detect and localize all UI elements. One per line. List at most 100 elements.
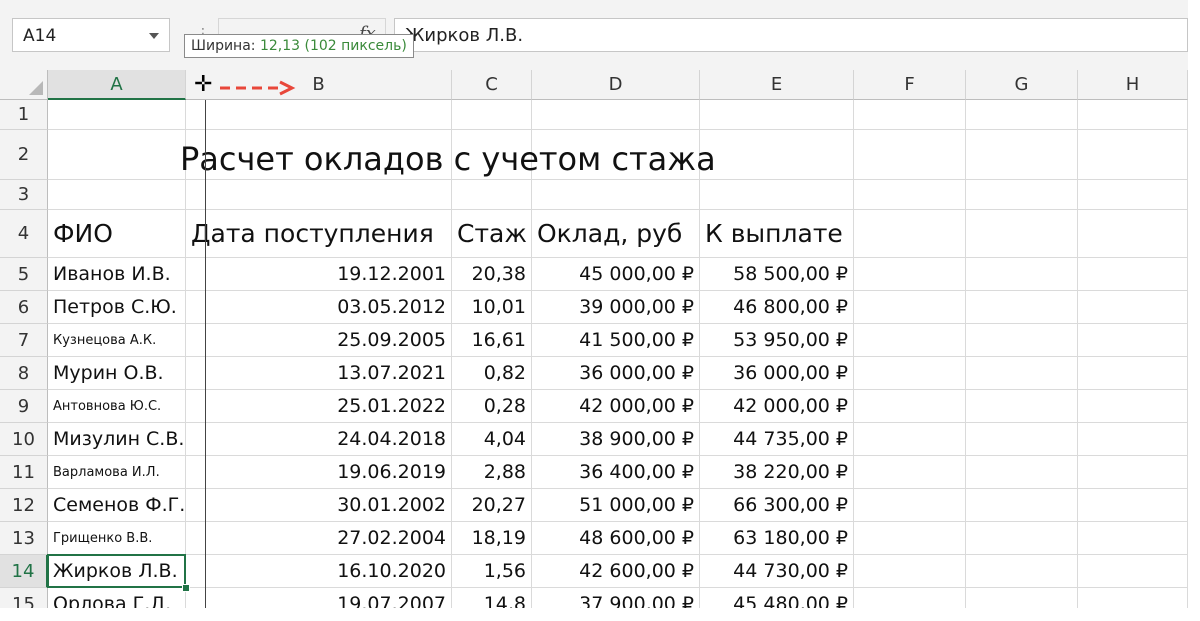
- table-cell[interactable]: 27.02.2004: [186, 522, 452, 555]
- cell[interactable]: [1078, 258, 1188, 291]
- cell[interactable]: [966, 100, 1078, 130]
- cell[interactable]: [966, 423, 1078, 456]
- table-cell[interactable]: 03.05.2012: [186, 291, 452, 324]
- cell[interactable]: [854, 390, 966, 423]
- table-cell[interactable]: 4,04: [452, 423, 532, 456]
- table-cell[interactable]: 36 400,00 ₽: [532, 456, 700, 489]
- table-cell[interactable]: 30.01.2002: [186, 489, 452, 522]
- table-cell[interactable]: 42 000,00 ₽: [700, 390, 854, 423]
- cell[interactable]: [966, 130, 1078, 180]
- row-header-11[interactable]: 11: [0, 456, 48, 489]
- cell[interactable]: [1078, 489, 1188, 522]
- table-cell[interactable]: 45 000,00 ₽: [532, 258, 700, 291]
- table-cell[interactable]: 16.10.2020: [186, 555, 452, 588]
- table-cell[interactable]: 42 000,00 ₽: [532, 390, 700, 423]
- cell[interactable]: [966, 291, 1078, 324]
- cell[interactable]: [1078, 555, 1188, 588]
- cell[interactable]: [966, 258, 1078, 291]
- cell[interactable]: [1078, 357, 1188, 390]
- cell[interactable]: [854, 210, 966, 258]
- cell[interactable]: [854, 456, 966, 489]
- name-cell[interactable]: Орлова Г.Д.: [48, 588, 186, 608]
- column-header-d[interactable]: D: [532, 70, 700, 100]
- cell[interactable]: [1078, 456, 1188, 489]
- table-cell[interactable]: 19.06.2019: [186, 456, 452, 489]
- table-cell[interactable]: 25.01.2022: [186, 390, 452, 423]
- row-header-4[interactable]: 4: [0, 210, 48, 258]
- table-cell[interactable]: 25.09.2005: [186, 324, 452, 357]
- cell[interactable]: [48, 100, 186, 130]
- cell[interactable]: [700, 130, 854, 180]
- cell[interactable]: [1078, 522, 1188, 555]
- name-box[interactable]: A14: [12, 18, 170, 52]
- cell[interactable]: [1078, 423, 1188, 456]
- table-cell[interactable]: 20,38: [452, 258, 532, 291]
- row-header-8[interactable]: 8: [0, 357, 48, 390]
- cell[interactable]: [966, 390, 1078, 423]
- cell[interactable]: [854, 555, 966, 588]
- cell[interactable]: [532, 180, 700, 210]
- cell[interactable]: [966, 180, 1078, 210]
- table-cell[interactable]: 48 600,00 ₽: [532, 522, 700, 555]
- cell[interactable]: [452, 100, 532, 130]
- table-header-cell[interactable]: Оклад, руб: [532, 210, 700, 258]
- table-cell[interactable]: 45 480,00 ₽: [700, 588, 854, 608]
- cell[interactable]: [1078, 130, 1188, 180]
- row-header-10[interactable]: 10: [0, 423, 48, 456]
- row-header-13[interactable]: 13: [0, 522, 48, 555]
- cell[interactable]: [700, 100, 854, 130]
- row-header-1[interactable]: 1: [0, 100, 48, 130]
- table-cell[interactable]: 0,28: [452, 390, 532, 423]
- table-cell[interactable]: 42 600,00 ₽: [532, 555, 700, 588]
- table-cell[interactable]: 38 900,00 ₽: [532, 423, 700, 456]
- row-header-9[interactable]: 9: [0, 390, 48, 423]
- cell[interactable]: [966, 210, 1078, 258]
- table-cell[interactable]: 37 900,00 ₽: [532, 588, 700, 608]
- cell[interactable]: [966, 489, 1078, 522]
- column-header-f[interactable]: F: [854, 70, 966, 100]
- table-cell[interactable]: 38 220,00 ₽: [700, 456, 854, 489]
- table-cell[interactable]: 18,19: [452, 522, 532, 555]
- table-cell[interactable]: 44 735,00 ₽: [700, 423, 854, 456]
- name-cell[interactable]: Иванов И.В.: [48, 258, 186, 291]
- table-cell[interactable]: 1,56: [452, 555, 532, 588]
- cell[interactable]: [186, 100, 452, 130]
- cell[interactable]: [186, 180, 452, 210]
- cell[interactable]: [966, 555, 1078, 588]
- cell[interactable]: [1078, 291, 1188, 324]
- name-cell[interactable]: Мизулин С.В.: [48, 423, 186, 456]
- name-cell[interactable]: Варламова И.Л.: [48, 456, 186, 489]
- table-cell[interactable]: 39 000,00 ₽: [532, 291, 700, 324]
- table-cell[interactable]: 53 950,00 ₽: [700, 324, 854, 357]
- row-header-14[interactable]: 14: [0, 555, 48, 588]
- cell[interactable]: [1078, 324, 1188, 357]
- column-header-c[interactable]: C: [452, 70, 532, 100]
- table-cell[interactable]: 2,88: [452, 456, 532, 489]
- name-cell[interactable]: Петров С.Ю.: [48, 291, 186, 324]
- cell[interactable]: [1078, 588, 1188, 608]
- cell[interactable]: [1078, 100, 1188, 130]
- cell[interactable]: [854, 522, 966, 555]
- name-cell[interactable]: Мурин О.В.: [48, 357, 186, 390]
- cell[interactable]: [966, 324, 1078, 357]
- table-cell[interactable]: 46 800,00 ₽: [700, 291, 854, 324]
- cell[interactable]: [966, 357, 1078, 390]
- table-cell[interactable]: 36 000,00 ₽: [700, 357, 854, 390]
- table-cell[interactable]: 51 000,00 ₽: [532, 489, 700, 522]
- name-cell[interactable]: Грищенко В.В.: [48, 522, 186, 555]
- row-header-3[interactable]: 3: [0, 180, 48, 210]
- column-header-a[interactable]: A: [48, 70, 186, 100]
- table-cell[interactable]: 24.04.2018: [186, 423, 452, 456]
- table-cell[interactable]: 13.07.2021: [186, 357, 452, 390]
- name-cell[interactable]: Кузнецова А.К.: [48, 324, 186, 357]
- cell[interactable]: [854, 291, 966, 324]
- cell[interactable]: [532, 100, 700, 130]
- table-cell[interactable]: 0,82: [452, 357, 532, 390]
- row-header-15[interactable]: 15: [0, 588, 48, 608]
- table-cell[interactable]: 44 730,00 ₽: [700, 555, 854, 588]
- table-header-cell[interactable]: ФИО: [48, 210, 186, 258]
- cell[interactable]: [1078, 390, 1188, 423]
- chevron-down-icon[interactable]: [149, 33, 159, 39]
- table-cell[interactable]: 14,8: [452, 588, 532, 608]
- cell[interactable]: [854, 324, 966, 357]
